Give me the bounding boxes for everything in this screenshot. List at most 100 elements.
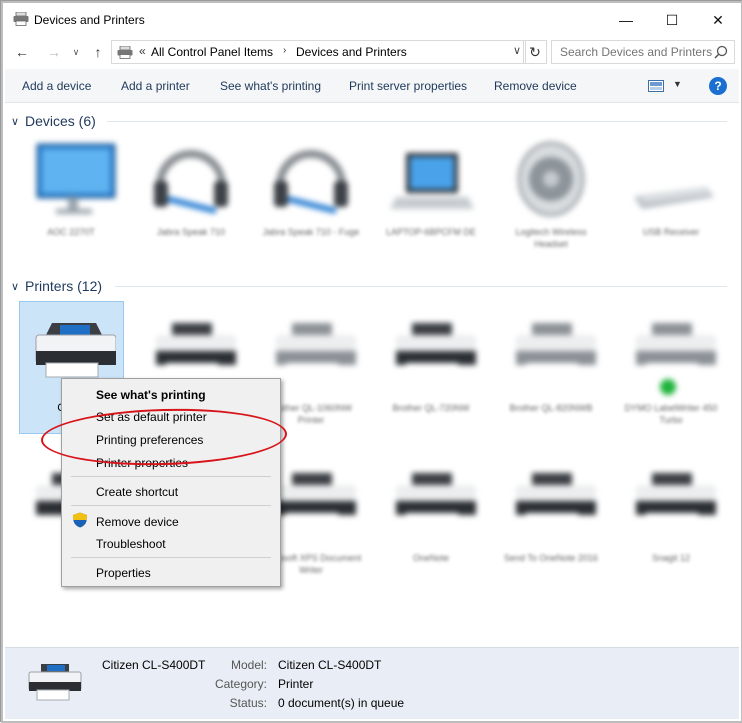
devices-printers-window: Devices and Printers — ☐ ✕ ← → ∨ ↑ « All… <box>0 0 742 723</box>
maximize-icon: ☐ <box>665 11 679 28</box>
printer-app-icon <box>13 12 29 26</box>
menu-remove-device[interactable]: Remove device <box>96 515 179 529</box>
printer-label: DYMO LabelWriter 450 Turbo <box>624 403 718 425</box>
window-title: Devices and Printers <box>34 13 145 27</box>
collapse-chevron-icon: ∨ <box>11 115 20 128</box>
close-button[interactable]: ✕ <box>695 5 741 35</box>
remove-device-button[interactable]: Remove device <box>494 79 577 93</box>
chevron-down-icon: ∨ <box>72 46 80 57</box>
printer-icon <box>396 473 476 525</box>
printer-label: Brother QL-820NWB <box>509 403 593 413</box>
printer-label: Snagit 12 <box>651 553 691 563</box>
printer-icon <box>516 323 596 375</box>
device-tile-speaker[interactable]: Logitech Wireless Headset <box>499 139 603 250</box>
refresh-button[interactable]: ↻ <box>523 40 547 64</box>
back-button[interactable]: ← <box>13 43 31 61</box>
device-label: Logitech Wireless Headset <box>515 227 587 249</box>
title-bar: Devices and Printers — ☐ ✕ <box>5 5 739 35</box>
up-button[interactable]: ↑ <box>89 43 107 61</box>
group-divider <box>115 286 727 287</box>
menu-separator <box>71 505 271 506</box>
maximize-button[interactable]: ☐ <box>649 5 695 35</box>
details-status-value: 0 document(s) in queue <box>278 696 405 710</box>
menu-separator <box>71 476 271 477</box>
details-model-key: Model: <box>230 658 267 672</box>
printer-tile[interactable]: DYMO LabelWriter 450 Turbo <box>619 315 723 426</box>
devices-group-label: Devices (6) <box>25 113 96 129</box>
laptop-icon <box>390 153 474 209</box>
device-tile-usb-receiver[interactable]: USB Receiver <box>619 139 723 238</box>
speaker-icon <box>517 141 585 217</box>
headset-icon <box>274 150 348 214</box>
menu-separator <box>71 557 271 558</box>
minimize-button[interactable]: — <box>603 5 649 35</box>
details-pane: Citizen CL-S400DT Model: Citizen CL-S400… <box>5 647 739 719</box>
refresh-icon: ↻ <box>529 43 541 60</box>
add-printer-button[interactable]: Add a printer <box>121 79 190 93</box>
address-bar[interactable]: « All Control Panel Items › Devices and … <box>111 40 526 64</box>
device-label: AOC 2270T <box>47 227 95 237</box>
forward-button[interactable]: → <box>45 43 63 61</box>
breadcrumb-overflow[interactable]: « <box>139 44 146 58</box>
printer-icon <box>636 473 716 525</box>
breadcrumb-separator-icon: › <box>283 45 287 56</box>
help-icon[interactable]: ? <box>709 77 727 95</box>
group-divider <box>107 121 727 122</box>
breadcrumb-all-control-panel[interactable]: All Control Panel Items <box>151 45 273 59</box>
details-category-key: Category: <box>214 677 267 691</box>
device-label: Jabra Speak 710 - Fuge <box>262 227 360 237</box>
printers-group-label: Printers (12) <box>25 278 103 294</box>
device-label: USB Receiver <box>642 227 700 237</box>
menu-see-whats-printing[interactable]: See what's printing <box>96 388 206 402</box>
up-arrow-icon: ↑ <box>94 44 102 60</box>
menu-properties[interactable]: Properties <box>96 566 151 580</box>
add-device-button[interactable]: Add a device <box>22 79 91 93</box>
menu-create-shortcut[interactable]: Create shortcut <box>96 485 178 499</box>
see-whats-printing-button[interactable]: See what's printing <box>220 79 321 93</box>
printer-icon <box>516 473 596 525</box>
device-tile-monitor[interactable]: AOC 2270T <box>19 139 123 238</box>
printer-tile[interactable]: Send To OneNote 2016 <box>499 465 603 564</box>
device-label: Jabra Speak 710 <box>156 227 226 237</box>
devices-group-header[interactable]: ∨ Devices (6) <box>11 111 731 131</box>
view-dropdown-icon[interactable]: ▼ <box>673 79 682 89</box>
printer-icon <box>396 323 476 375</box>
details-status-key: Status: <box>229 696 267 710</box>
printer-tile[interactable]: OneNote <box>379 465 483 564</box>
command-bar: Add a device Add a printer See what's pr… <box>5 69 739 103</box>
printer-tile[interactable]: Snagit 12 <box>619 465 723 564</box>
address-row: ← → ∨ ↑ « All Control Panel Items › Devi… <box>5 37 739 67</box>
minimize-icon: — <box>619 12 633 28</box>
print-server-properties-button[interactable]: Print server properties <box>349 79 467 93</box>
details-model-value: Citizen CL-S400DT <box>278 658 382 672</box>
device-label: LAPTOP-6BPCFM DE <box>386 227 476 237</box>
printer-label: OneNote <box>412 553 450 563</box>
uac-shield-icon <box>73 512 87 528</box>
back-arrow-icon: ← <box>15 44 29 60</box>
printer-label: Brother QL-720NW <box>392 403 470 413</box>
change-view-icon[interactable] <box>648 80 664 92</box>
search-input[interactable] <box>552 41 712 63</box>
recent-locations-button[interactable]: ∨ <box>67 43 85 61</box>
menu-troubleshoot[interactable]: Troubleshoot <box>96 537 166 551</box>
close-icon: ✕ <box>712 11 724 28</box>
printers-group-header[interactable]: ∨ Printers (12) <box>11 276 731 296</box>
breadcrumb-devices-printers[interactable]: Devices and Printers <box>296 45 407 59</box>
forward-arrow-icon: → <box>47 44 61 60</box>
device-tile-headset-2[interactable]: Jabra Speak 710 - Fuge <box>259 139 363 238</box>
headset-icon <box>154 150 228 214</box>
printer-icon <box>636 323 716 395</box>
address-dropdown-icon[interactable]: ∨ <box>513 44 521 57</box>
device-tile-laptop[interactable]: LAPTOP-6BPCFM DE <box>379 139 483 238</box>
search-icon[interactable] <box>714 45 728 59</box>
printer-tile[interactable]: Brother QL-720NW <box>379 315 483 414</box>
monitor-icon <box>36 143 116 214</box>
printer-tile[interactable]: Brother QL-820NWB <box>499 315 603 414</box>
printer-icon <box>28 664 82 701</box>
device-tile-headset[interactable]: Jabra Speak 710 <box>139 139 243 238</box>
printer-label: Send To OneNote 2016 <box>504 553 598 563</box>
search-box <box>551 40 735 64</box>
keyboard-icon <box>634 187 714 209</box>
details-category-value: Printer <box>278 677 314 691</box>
printer-crumb-icon <box>117 46 133 59</box>
